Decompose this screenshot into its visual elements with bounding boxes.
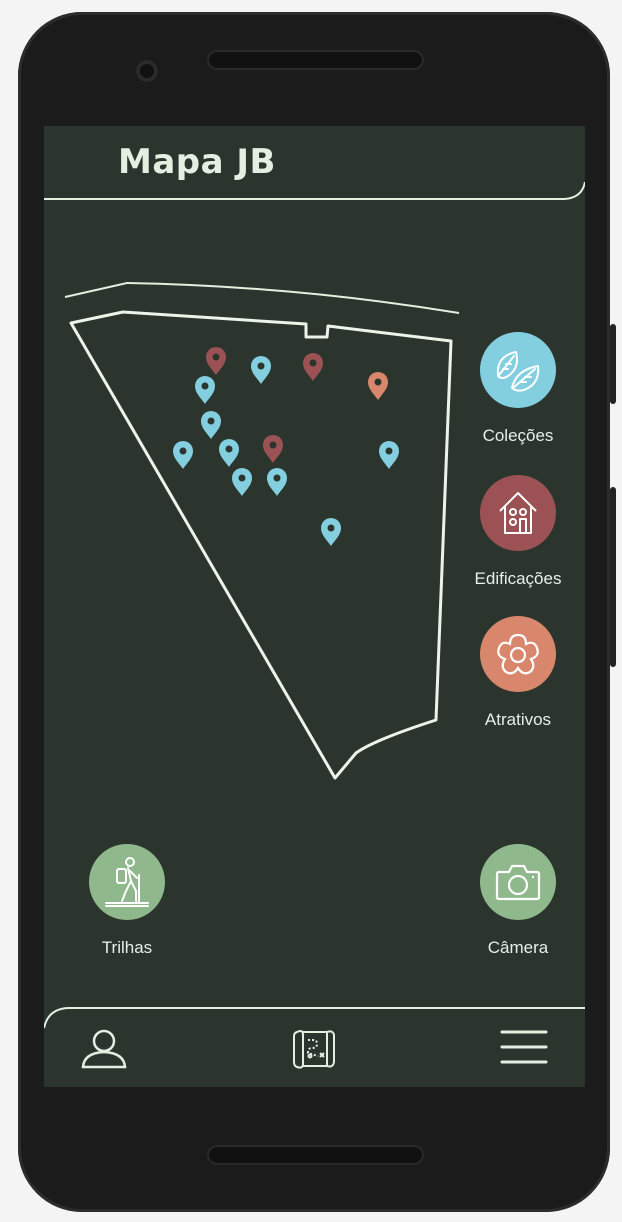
atrativos-circle [480,616,556,692]
map-pin-marker [368,372,388,400]
bottom-speaker [207,1145,424,1165]
house-icon [499,492,537,534]
map-pin-colecoes[interactable] [219,439,239,467]
app-screen: Mapa JB Coleções Edificações Atrativos T… [44,126,585,1087]
hiker-icon [105,857,149,907]
map-pin-marker [379,441,399,469]
map-pin-marker [201,411,221,439]
map-button[interactable] [291,1026,337,1076]
map-pins[interactable] [173,347,399,546]
map-pin-colecoes[interactable] [195,376,215,404]
map-pin-marker [206,347,226,375]
map-pin-dot [327,524,335,532]
map-pin-dot [179,447,187,455]
map-pin-edificacoes[interactable] [303,353,323,381]
map-pin-atrativos[interactable] [368,372,388,400]
flower-icon [497,633,539,675]
edificacoes-label: Edificações [474,569,562,588]
map-pin-dot [201,382,209,390]
map-pin-colecoes[interactable] [173,441,193,469]
colecoes-button[interactable]: Coleções [465,332,571,446]
map-pin-dot [269,441,277,449]
camera-label: Câmera [487,938,549,957]
trilhas-label: Trilhas [101,938,153,957]
profile-button[interactable] [80,1028,128,1074]
map-pin-marker [219,439,239,467]
treasure-map-icon [293,1030,335,1069]
map-pin-colecoes[interactable] [321,518,341,546]
menu-button[interactable] [500,1029,548,1069]
leaves-icon [496,351,540,392]
camera-icon [495,864,541,901]
map-pin-marker [251,356,271,384]
power-button [610,324,616,404]
volume-button [610,487,616,667]
trilhas-button[interactable]: Trilhas [75,844,179,958]
trilhas-circle [89,844,165,920]
bottom-navigation [44,1006,585,1087]
atrativos-label: Atrativos [484,710,552,729]
user-icon [81,1029,127,1069]
map-road-line [64,281,460,314]
map-pin-dot [212,353,220,361]
map-pin-dot [238,474,246,482]
map-pin-colecoes[interactable] [232,468,252,496]
edificacoes-button[interactable]: Edificações [459,475,577,589]
camera-button[interactable]: Câmera [465,844,571,958]
map-pin-dot [207,417,215,425]
map-pin-edificacoes[interactable] [206,347,226,375]
front-camera [136,60,158,82]
map-pin-dot [257,362,265,370]
map-pin-marker [263,435,283,463]
map-pin-edificacoes[interactable] [263,435,283,463]
map-pin-dot [309,359,317,367]
map-pin-marker [321,518,341,546]
map-pin-marker [232,468,252,496]
map-pin-dot [374,378,382,386]
map-pin-colecoes[interactable] [251,356,271,384]
map-pin-marker [195,376,215,404]
map-pin-marker [303,353,323,381]
top-speaker [207,50,424,70]
map-pin-colecoes[interactable] [201,411,221,439]
map-pin-colecoes[interactable] [379,441,399,469]
colecoes-label: Coleções [482,426,554,445]
map-pin-dot [225,445,233,453]
edificacoes-circle [480,475,556,551]
atrativos-button[interactable]: Atrativos [465,616,571,730]
map-pin-colecoes[interactable] [267,468,287,496]
map-pin-dot [385,447,393,455]
map-pin-marker [173,441,193,469]
hamburger-menu-icon [500,1030,548,1064]
camera-circle [480,844,556,920]
map-pin-dot [273,474,281,482]
map-pin-marker [267,468,287,496]
colecoes-circle [480,332,556,408]
